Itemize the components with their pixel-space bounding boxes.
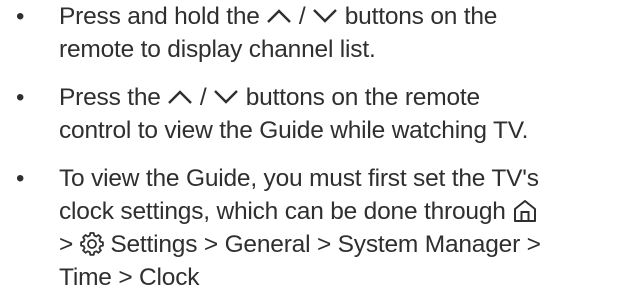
text-segment: buttons on the remote (239, 84, 480, 111)
bullet-text: Press and hold the / buttons on the remo… (59, 0, 624, 66)
slash-separator: / (199, 84, 207, 111)
bullet-marker: • (16, 165, 25, 192)
chevron-down-icon (312, 8, 338, 24)
bullet-marker: • (16, 3, 25, 30)
text-segment: Press and hold the (59, 3, 267, 30)
bullet-text: To view the Guide, you must first set th… (59, 162, 624, 294)
text-segment: Settings > General > System Manager > (103, 231, 541, 258)
path-separator: > (59, 231, 74, 258)
text-line: Time > Clock (59, 264, 200, 291)
chevron-down-icon (213, 89, 239, 105)
chevron-up-icon (266, 8, 292, 24)
text-line: Press and hold the / buttons on the (59, 0, 624, 33)
home-icon (512, 198, 538, 224)
text-line: clock settings, which can be done throug… (59, 195, 624, 228)
slash-separator: / (298, 3, 306, 30)
gear-icon (79, 231, 104, 256)
chevron-up-icon (167, 89, 193, 105)
text-line: > Settings > General > System Manager > (59, 228, 624, 261)
text-segment: Press the (59, 84, 168, 111)
text-line: To view the Guide, you must first set th… (59, 165, 539, 192)
bullet-text: Press the / buttons on the remote contro… (59, 81, 624, 147)
text-line: control to view the Guide while watching… (59, 117, 529, 144)
text-segment: buttons on the (338, 3, 498, 30)
document-body: • Press and hold the / buttons on the re… (0, 0, 627, 291)
bullet-marker: • (16, 84, 25, 111)
text-segment: clock settings, which can be done throug… (59, 198, 513, 225)
text-line: remote to display channel list. (59, 36, 376, 63)
text-line: Press the / buttons on the remote (59, 81, 624, 114)
